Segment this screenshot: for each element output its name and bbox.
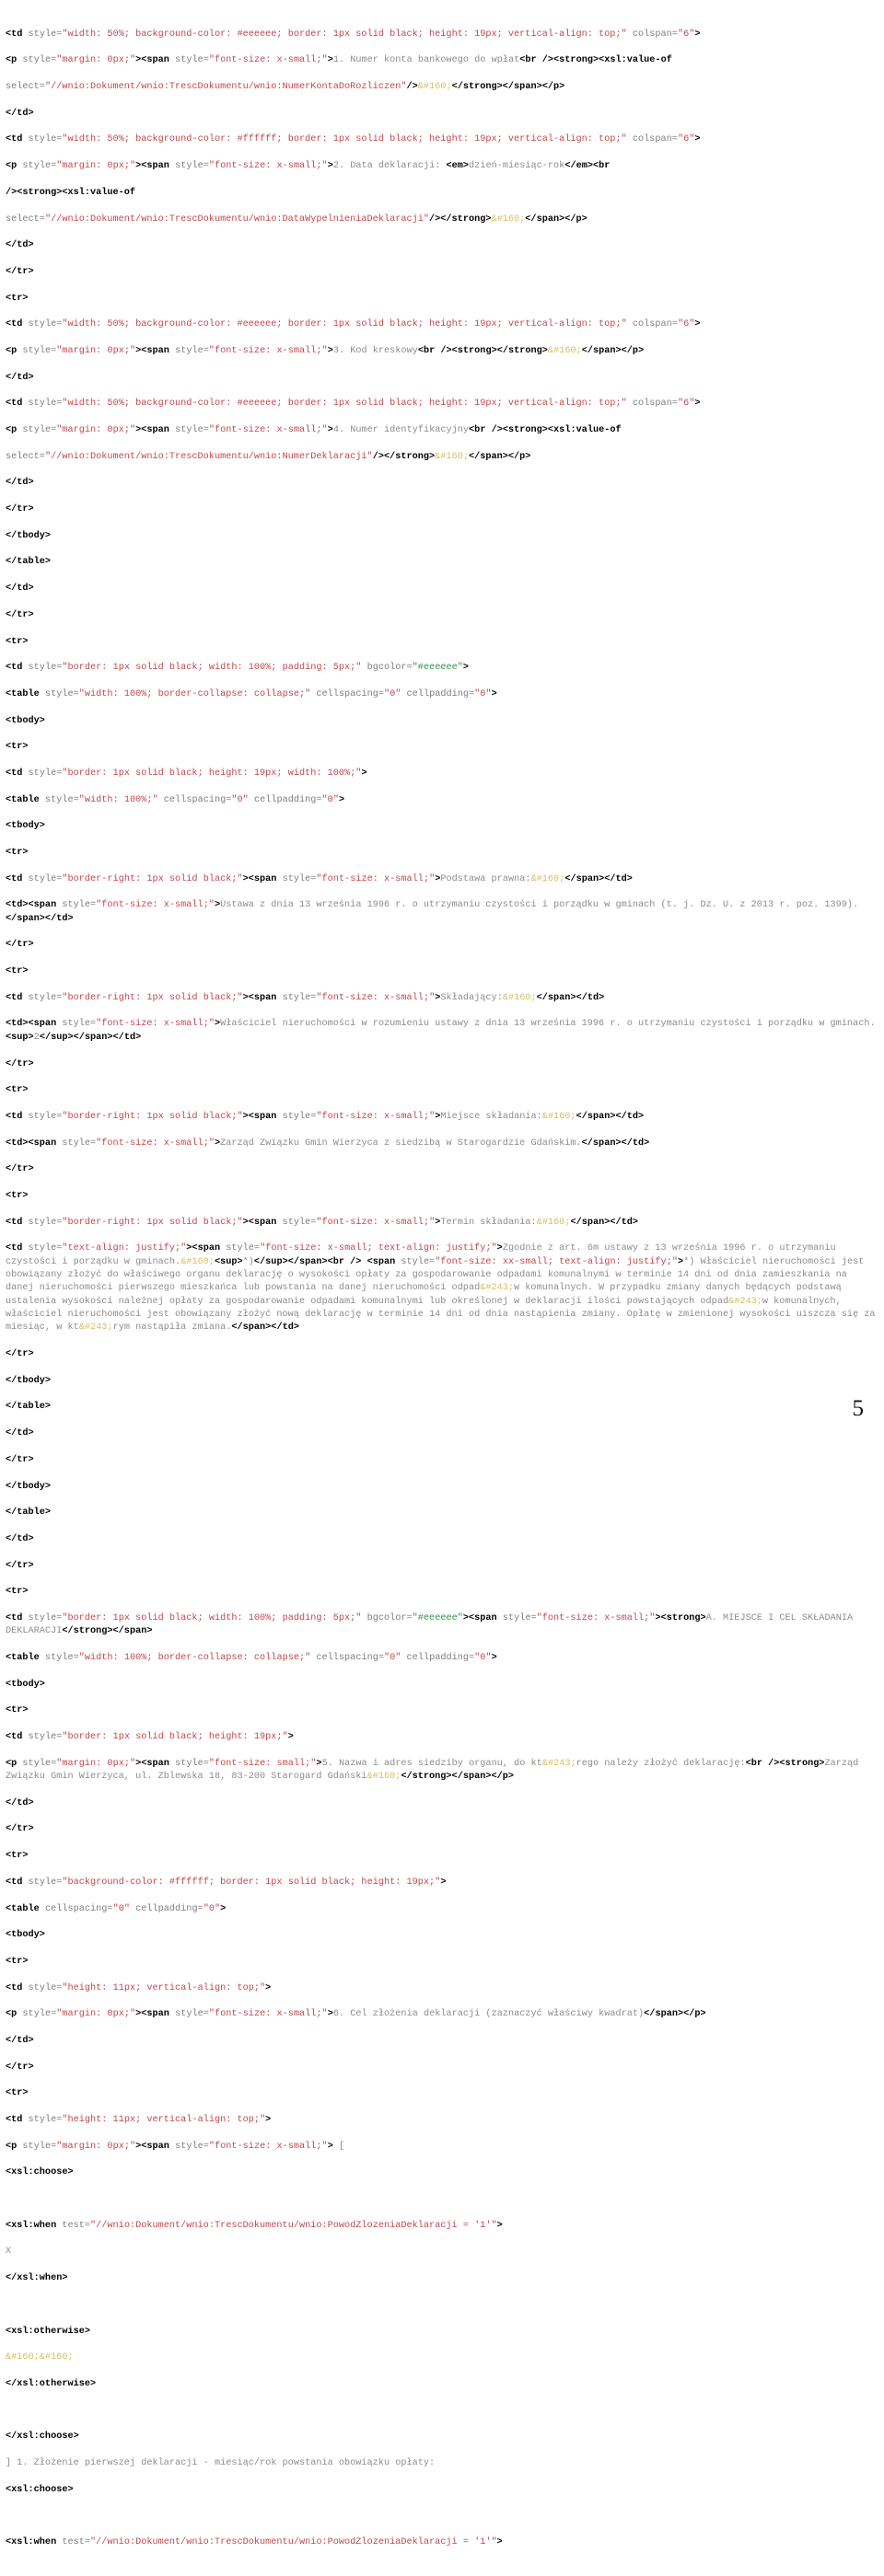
code-line: </td> — [6, 1533, 34, 1544]
code-line: <td><span style="font-size: x-small;">Us… — [6, 900, 859, 924]
code-line: <tbody> — [6, 715, 45, 726]
code-line: &#160;&#160; — [6, 2352, 74, 2363]
code-line: </table> — [6, 1507, 52, 1519]
code-line: <td style="width: 50%; background-color:… — [6, 399, 701, 410]
code-line: <tr> — [6, 1587, 29, 1598]
code-line: <tbody> — [6, 821, 45, 832]
code-line: <p style="margin: 0px;"><span style="fon… — [6, 55, 672, 66]
code-line: </xsl:when> — [6, 2273, 68, 2284]
code-line: </tr> — [6, 266, 34, 277]
code-line: <table cellspacing="0" cellpadding="0"> — [6, 1903, 227, 1914]
code-line: <td style="width: 50%; background-color:… — [6, 134, 701, 145]
code-line: <p style="margin: 0px;"><span style="fon… — [6, 425, 622, 435]
code-line: <td><span style="font-size: x-small;">Wł… — [6, 1019, 876, 1043]
code-line: </tr> — [6, 1164, 34, 1175]
code-line: <tr> — [6, 1956, 29, 1967]
code-line: select="//wnio:Dokument/wnio:TrescDokume… — [6, 82, 565, 93]
code-line: <p style="margin: 0px;"><span style="fon… — [6, 2141, 345, 2152]
code-line: ] 1. Złożenie pierwszej deklaracji - mie… — [6, 2457, 436, 2468]
code-line: </tr> — [6, 940, 34, 951]
code-line: <td style="border: 1px solid black; widt… — [6, 663, 469, 674]
code-line: <table style="width: 100%;" cellspacing=… — [6, 794, 345, 805]
code-line: <tr> — [6, 1190, 29, 1201]
code-line: <tr> — [6, 2088, 29, 2099]
code-line: <xsl:choose> — [6, 2167, 74, 2178]
code-line: <td style="width: 50%; background-color:… — [6, 29, 701, 40]
code-line: <tr> — [6, 966, 29, 977]
code-line: <td style="border-right: 1px solid black… — [6, 992, 605, 1003]
code-line: <td style="height: 11px; vertical-align:… — [6, 1982, 272, 1993]
code-line: <td style="border-right: 1px solid black… — [6, 873, 633, 884]
code-line: <p style="margin: 0px;"><span style="fon… — [6, 2009, 706, 2020]
code-line: </td> — [6, 2035, 34, 2046]
code-line: <xsl:when test="//wnio:Dokument/wnio:Tre… — [6, 2537, 503, 2547]
page-number: 5 — [852, 1396, 865, 1421]
code-line: </xsl:choose> — [6, 2432, 79, 2443]
code-line: select="//wnio:Dokument/wnio:TrescDokume… — [6, 451, 531, 462]
code-line: <td><span style="font-size: x-small;">Za… — [6, 1138, 650, 1149]
code-line: </td> — [6, 240, 34, 251]
code-listing: <td style="width: 50%; background-color:… — [6, 2, 878, 2576]
code-line: </td> — [6, 1797, 34, 1808]
code-line: <table style="width: 100%; border-collap… — [6, 1652, 497, 1663]
code-line: <tr> — [6, 1851, 29, 1862]
code-line: /><strong><xsl:value-of — [6, 187, 136, 198]
code-line: </table> — [6, 1402, 52, 1413]
code-line: <td style="border-right: 1px solid black… — [6, 1217, 639, 1228]
code-line: </tr> — [6, 1058, 34, 1069]
code-line: <tr> — [6, 848, 29, 858]
code-line: <p style="margin: 0px;"><span style="fon… — [6, 161, 611, 172]
code-line: <xsl:otherwise> — [6, 2326, 91, 2337]
code-line: <tr> — [6, 1085, 29, 1096]
code-line: </table> — [6, 557, 52, 568]
code-line: <p style="margin: 0px;"><span style="fon… — [6, 345, 645, 356]
code-line: </tr> — [6, 504, 34, 515]
code-line: </td> — [6, 372, 34, 383]
code-line: </tbody> — [6, 530, 52, 541]
code-line: <table style="width: 100%; border-collap… — [6, 688, 497, 699]
code-line: <xsl:choose> — [6, 2484, 74, 2495]
code-line: </tbody> — [6, 1481, 52, 1492]
code-line: </tr> — [6, 1349, 34, 1360]
code-line: <td style="background-color: #ffffff; bo… — [6, 1877, 447, 1888]
code-line: <tbody> — [6, 1679, 45, 1690]
code-line: <td style="height: 11px; vertical-align:… — [6, 2115, 272, 2125]
code-line: </td> — [6, 478, 34, 489]
code-line: </td> — [6, 583, 34, 595]
code-line: <td style="border: 1px solid black; heig… — [6, 768, 367, 779]
code-line: <td style="border: 1px solid black; heig… — [6, 1732, 294, 1743]
code-line: </tr> — [6, 609, 34, 620]
code-line: </tr> — [6, 1454, 34, 1465]
code-line: <xsl:when test="//wnio:Dokument/wnio:Tre… — [6, 2220, 503, 2231]
code-line: </xsl:otherwise> — [6, 2378, 97, 2389]
code-line: </td> — [6, 1428, 34, 1439]
code-line: <td style="width: 50%; background-color:… — [6, 319, 701, 330]
code-line: </tr> — [6, 1560, 34, 1571]
code-line: X — [6, 2247, 12, 2258]
code-line: </tr> — [6, 1824, 34, 1835]
code-line: <p style="margin: 0px;"><span style="fon… — [6, 1758, 865, 1783]
code-line: </td> — [6, 108, 34, 119]
code-line: <tr> — [6, 636, 29, 647]
code-line: <tr> — [6, 293, 29, 304]
code-line: </tr> — [6, 2062, 34, 2073]
code-line: <td style="border: 1px solid black; widt… — [6, 1612, 859, 1637]
code-line: <tr> — [6, 742, 29, 753]
code-line: select="//wnio:Dokument/wnio:TrescDokume… — [6, 214, 587, 225]
code-line: <td style="border-right: 1px solid black… — [6, 1111, 645, 1122]
code-line: <tbody> — [6, 1930, 45, 1941]
code-line: <td style="text-align: justify;"><span s… — [6, 1243, 881, 1334]
code-line: </tbody> — [6, 1375, 52, 1386]
code-line: <tr> — [6, 1705, 29, 1716]
